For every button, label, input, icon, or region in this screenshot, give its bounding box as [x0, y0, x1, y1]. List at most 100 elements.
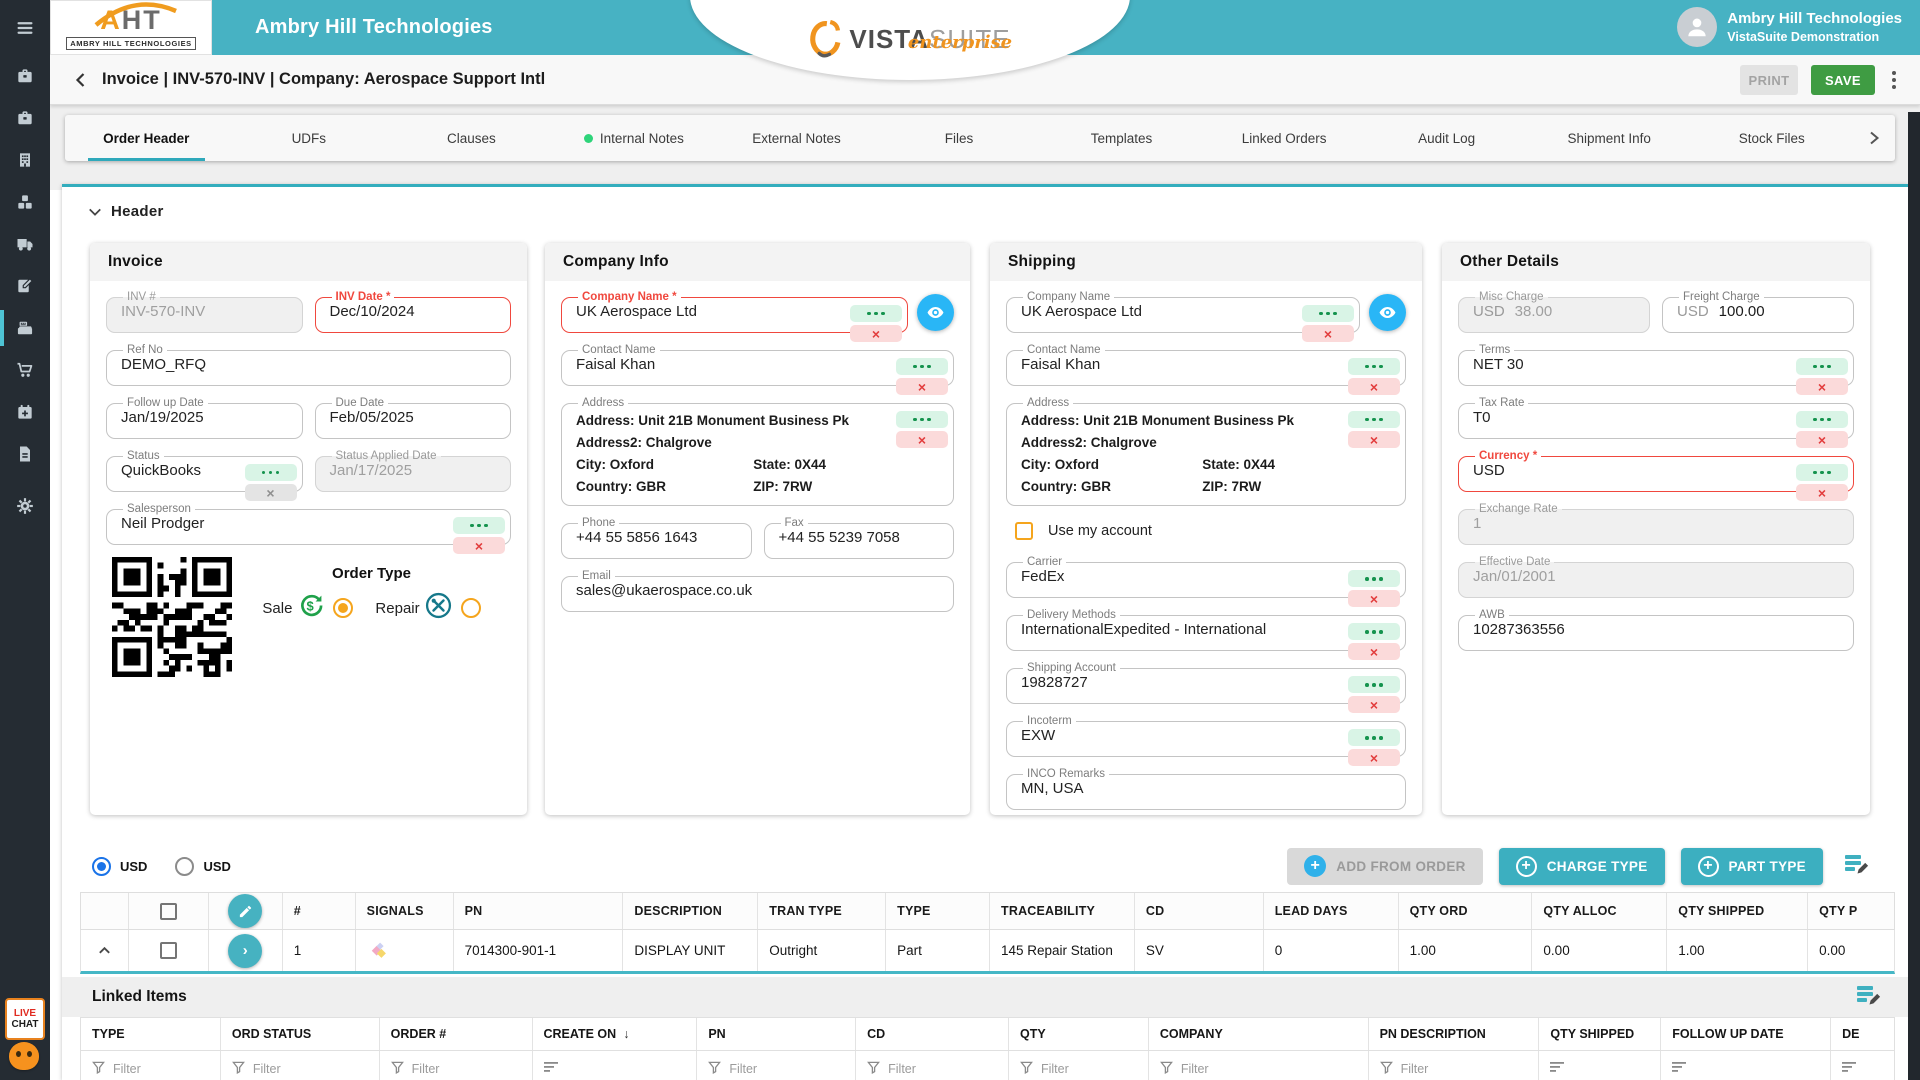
field-follow-up-date[interactable]: Follow up DateJan/19/2025 [106, 397, 303, 439]
checkbox-field-use-my-account[interactable]: Use my account [1015, 518, 1406, 544]
field-address[interactable]: AddressAddress: Unit 21B Monument Busine… [1006, 397, 1406, 506]
tab-files[interactable]: Files [878, 115, 1041, 161]
sidebar-item-hamburger-menu[interactable] [0, 0, 50, 55]
edit-columns-icon[interactable] [1843, 852, 1870, 881]
clear-button[interactable]: × [896, 378, 948, 395]
field-email[interactable]: Emailsales@ukaerospace.co.uk [561, 570, 954, 612]
sidebar-item-document[interactable] [0, 433, 50, 475]
filter-order[interactable]: Filter [380, 1051, 533, 1080]
clear-button[interactable]: × [1796, 378, 1848, 395]
lookup-button[interactable] [896, 358, 948, 375]
clear-button[interactable]: × [1348, 696, 1400, 713]
tab-shipment-info[interactable]: Shipment Info [1528, 115, 1691, 161]
more-options-icon[interactable] [1888, 67, 1900, 93]
field-inco-remarks[interactable]: INCO RemarksMN, USA [1006, 768, 1406, 810]
cell-expand-toggle[interactable] [81, 930, 129, 971]
sidebar-item-calendar-plus[interactable] [0, 391, 50, 433]
col-pn-description[interactable]: PN DESCRIPTION [1369, 1018, 1540, 1050]
currency-radio-1[interactable]: USD [175, 857, 230, 876]
filter-funnel-icon[interactable] [708, 1061, 721, 1077]
col-ord-status[interactable]: ORD STATUS [221, 1018, 380, 1050]
order-type-option-repair[interactable]: Repair [375, 592, 480, 624]
tab-audit-log[interactable]: Audit Log [1365, 115, 1528, 161]
field-awb[interactable]: AWB10287363556 [1458, 609, 1854, 651]
field-fax[interactable]: Fax+44 55 5239 7058 [764, 517, 955, 559]
col-type[interactable]: TYPE [81, 1018, 221, 1050]
lookup-button[interactable] [1348, 570, 1400, 587]
open-line-button[interactable]: › [228, 934, 262, 968]
clear-button[interactable]: × [1302, 325, 1354, 342]
filter-qty-shipped[interactable] [1539, 1051, 1661, 1080]
filter-pn[interactable]: Filter [697, 1051, 856, 1080]
field-address[interactable]: AddressAddress: Unit 21B Monument Busine… [561, 397, 954, 506]
sidebar-item-toolbox-alt[interactable] [0, 97, 50, 139]
save-button[interactable]: SAVE [1811, 65, 1875, 95]
edit-columns-icon[interactable] [1855, 983, 1882, 1012]
filter-funnel-icon[interactable] [232, 1061, 245, 1077]
cell-select-checkbox[interactable] [129, 930, 209, 971]
col-qty-shipped[interactable]: QTY SHIPPED [1539, 1018, 1661, 1050]
lookup-button[interactable] [1348, 729, 1400, 746]
col-pn[interactable]: PN [697, 1018, 856, 1050]
charge-type-button[interactable]: + CHARGE TYPE [1499, 848, 1665, 885]
col-order[interactable]: ORDER # [380, 1018, 533, 1050]
filter-funnel-icon[interactable] [1160, 1061, 1173, 1077]
clear-button[interactable]: × [245, 484, 297, 501]
field-ref-no[interactable]: Ref NoDEMO_RFQ [106, 344, 511, 386]
field-phone[interactable]: Phone+44 55 5856 1643 [561, 517, 752, 559]
lookup-button[interactable] [1796, 411, 1848, 428]
clear-button[interactable]: × [1348, 378, 1400, 395]
col-qty[interactable]: QTY [1009, 1018, 1149, 1050]
select-all-checkbox[interactable] [129, 893, 209, 929]
radio-icon[interactable] [461, 598, 481, 618]
company-logo[interactable]: AHT AMBRY HILL TECHNOLOGIES [50, 0, 212, 55]
col-company[interactable]: COMPANY [1149, 1018, 1369, 1050]
clear-button[interactable]: × [1348, 643, 1400, 660]
filter-de[interactable] [1831, 1051, 1894, 1080]
clear-button[interactable]: × [896, 431, 948, 448]
tab-udfs[interactable]: UDFs [228, 115, 391, 161]
field-company-name[interactable]: Company Name *UK Aerospace Ltd× [561, 291, 908, 333]
back-button[interactable] [70, 69, 92, 91]
lookup-button[interactable] [850, 305, 902, 322]
filter-follow-up-date[interactable] [1661, 1051, 1831, 1080]
tab-linked-orders[interactable]: Linked Orders [1203, 115, 1366, 161]
filter-qty[interactable]: Filter [1009, 1051, 1149, 1080]
clear-button[interactable]: × [850, 325, 902, 342]
add-from-order-button[interactable]: + ADD FROM ORDER [1287, 848, 1482, 885]
live-chat-widget[interactable]: LIVE CHAT [5, 998, 47, 1070]
lookup-button[interactable] [896, 411, 948, 428]
sidebar-item-shopping-cart[interactable] [0, 349, 50, 391]
field-terms[interactable]: TermsNET 30× [1458, 344, 1854, 386]
lookup-button[interactable] [1796, 464, 1848, 481]
filter-funnel-icon[interactable] [391, 1061, 404, 1077]
view-company-button[interactable] [917, 294, 954, 331]
tab-stock-files[interactable]: Stock Files [1690, 115, 1853, 161]
tab-internal-notes[interactable]: Internal Notes [553, 115, 716, 161]
sidebar-item-edit-note[interactable] [0, 265, 50, 307]
user-avatar[interactable] [1677, 7, 1717, 47]
field-tax-rate[interactable]: Tax RateT0× [1458, 397, 1854, 439]
edit-lines-button[interactable] [228, 894, 262, 928]
field-due-date[interactable]: Due DateFeb/05/2025 [315, 397, 512, 439]
filter-lines-icon[interactable] [1550, 1061, 1564, 1076]
filter-funnel-icon[interactable] [1380, 1061, 1393, 1077]
field-company-name[interactable]: Company NameUK Aerospace Ltd× [1006, 291, 1360, 333]
field-incoterm[interactable]: IncotermEXW× [1006, 715, 1406, 757]
lookup-button[interactable] [1796, 358, 1848, 375]
clear-button[interactable]: × [1796, 431, 1848, 448]
field-salesperson[interactable]: SalespersonNeil Prodger× [106, 503, 511, 545]
lookup-button[interactable] [1348, 623, 1400, 640]
field-inv-date[interactable]: INV Date *Dec/10/2024 [315, 291, 512, 333]
filter-create-on[interactable] [533, 1051, 698, 1080]
section-header[interactable]: Header [62, 187, 1908, 220]
radio-icon[interactable] [333, 598, 353, 618]
order-type-option-sale[interactable]: Sale$ [262, 592, 353, 624]
tabs-scroll-right-icon[interactable] [1853, 115, 1895, 161]
col-de[interactable]: DE [1831, 1018, 1894, 1050]
checkbox-icon[interactable] [160, 942, 177, 959]
checkbox-icon[interactable] [1015, 522, 1033, 540]
cell-row-open-button[interactable]: › [209, 930, 283, 971]
filter-pn-description[interactable]: Filter [1369, 1051, 1540, 1080]
print-button[interactable]: PRINT [1740, 65, 1798, 95]
